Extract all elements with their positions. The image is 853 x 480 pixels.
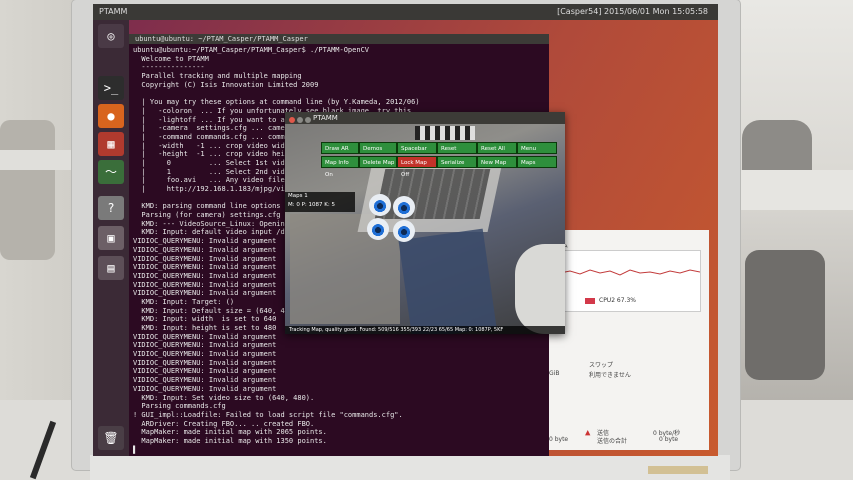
memory-unit: GiB: [549, 370, 560, 377]
ptamm-menu: Draw AR On Demos Spacebar Reset Reset Al…: [321, 142, 565, 178]
terminal-line: VIDIOC_QUERYMENU: Invalid argument: [133, 350, 277, 359]
terminal-line: Parallel tracking and multiple mapping: [133, 72, 302, 81]
cpu-graph-line: [560, 269, 700, 276]
terminal-icon[interactable]: >_: [98, 76, 124, 100]
minimize-icon[interactable]: [297, 117, 303, 123]
terminal-line: VIDIOC_QUERYMENU: Invalid argument: [133, 367, 277, 376]
files-icon[interactable]: ▦: [98, 132, 124, 156]
top-panel: PTAMM [Casper54] 2015/06/01 Mon 15:05:58: [93, 4, 718, 20]
office-desk: [735, 170, 853, 210]
map-info-label: Maps 1: [288, 193, 308, 199]
menu-button[interactable]: Menu: [517, 142, 557, 154]
cpu2-legend-swatch: [585, 298, 595, 304]
office-desk: [0, 150, 75, 170]
reset-button[interactable]: Reset: [437, 142, 477, 154]
office-icon[interactable]: ▤: [98, 256, 124, 280]
system-monitor-icon[interactable]: 〜: [98, 160, 124, 184]
terminal-line: Parsing commands.cfg: [133, 402, 226, 411]
laptop-base: [90, 455, 730, 480]
serialize-button[interactable]: Serialize: [437, 156, 477, 168]
terminal-titlebar[interactable]: ubuntu@ubuntu: ~/PTAM_Casper/PTAMM_Caspe…: [129, 34, 549, 44]
terminal-line: VIDIOC_QUERYMENU: Invalid argument: [133, 376, 277, 385]
terminal-line: ▌: [133, 445, 138, 454]
close-icon[interactable]: [289, 117, 295, 123]
workspace-icon[interactable]: ▣: [98, 226, 124, 250]
laptop-logo: [648, 466, 708, 474]
ptamm-title: PTAMM: [313, 114, 338, 122]
ptamm-titlebar[interactable]: PTAMM: [285, 112, 565, 124]
delete-map-button[interactable]: Delete Map: [359, 156, 397, 168]
map-info-box: Maps 1 M: 0 P: 1087 K: 5: [285, 192, 355, 212]
ptamm-window[interactable]: PTAMM Draw AR On Demos Spacebar Reset Re…: [285, 112, 565, 334]
map-info-button[interactable]: Map Info On: [321, 156, 359, 178]
browser-icon[interactable]: ●: [98, 104, 124, 128]
map-info-stats: M: 0 P: 1087 K: 5: [288, 202, 335, 208]
send-arrow-icon: ▲: [585, 428, 591, 438]
trash-icon[interactable]: 🗑: [98, 426, 124, 450]
terminal-line: ARDriver: Creating FBO... .. created FBO…: [133, 419, 315, 428]
checkerboard-target: [415, 126, 475, 140]
ar-eyeball-icon: [393, 220, 415, 242]
send-total-value: 0 byte: [659, 436, 679, 443]
active-window-title: PTAMM: [99, 7, 128, 16]
lock-map-button[interactable]: Lock Map Off: [397, 156, 437, 178]
help-icon[interactable]: ?: [98, 196, 124, 220]
scene-magazine: [398, 228, 497, 334]
ubuntu-logo-icon[interactable]: ◎: [98, 24, 124, 48]
terminal-line: Welcome to PTAMM: [133, 54, 209, 63]
swap-value: 利用できません: [589, 372, 631, 379]
reset-all-button[interactable]: Reset All: [477, 142, 517, 154]
system-monitor-window[interactable]: ム CPU2 67.3% スワップ 利用できません GiB 0 byte ▲ 送…: [549, 230, 709, 450]
receive-total-value: 0 byte: [549, 436, 569, 443]
terminal-line: KMD: Input: Set video size to (640, 480)…: [133, 393, 315, 402]
terminal-line: MapMaker: made initial map with 2065 poi…: [133, 428, 327, 437]
terminal-line: VIDIOC_QUERYMENU: Invalid argument: [133, 358, 277, 367]
scene-keyboard: [374, 169, 491, 219]
terminal-line: ! GUI_impl::Loadfile: Failed to load scr…: [133, 410, 403, 419]
system-tray[interactable]: [Casper54] 2015/06/01 Mon 15:05:58: [557, 7, 708, 16]
terminal-line: Copyright (C) Isis Innovation Limited 20…: [133, 80, 319, 89]
office-chair: [745, 250, 825, 380]
send-total-label: 送信の合計: [597, 438, 628, 445]
camera-view[interactable]: Draw AR On Demos Spacebar Reset Reset Al…: [285, 124, 565, 334]
spacebar-button[interactable]: Spacebar: [397, 142, 437, 154]
terminal-line: | You may try these options at command l…: [133, 98, 420, 107]
terminal-line: VIDIOC_QUERYMENU: Invalid argument: [133, 341, 277, 350]
maps-button[interactable]: Maps: [517, 156, 557, 168]
demos-button[interactable]: Demos: [359, 142, 397, 154]
launcher: ◎ >_ ● ▦ 〜 ? ▣ ▤ 🗑: [93, 20, 129, 456]
terminal-line: ---------------: [133, 63, 205, 72]
tracking-status: Tracking Map, quality good. Found: 509/5…: [285, 326, 565, 334]
maximize-icon[interactable]: [305, 117, 311, 123]
new-map-button[interactable]: New Map: [477, 156, 517, 168]
draw-ar-button[interactable]: Draw AR On: [321, 142, 359, 164]
office-chair: [0, 120, 55, 260]
ar-eyeball-icon: [369, 194, 391, 216]
ar-eyeball-icon: [367, 218, 389, 240]
laptop-screen: PTAMM [Casper54] 2015/06/01 Mon 15:05:58…: [93, 4, 718, 456]
ar-eyeball-icon: [393, 196, 415, 218]
swap-label: スワップ: [589, 362, 614, 369]
terminal-line: MapMaker: made initial map with 1350 poi…: [133, 436, 327, 445]
cpu2-legend-label: CPU2 67.3%: [599, 297, 636, 304]
scene-paper: [515, 244, 565, 334]
terminal-line: VIDIOC_QUERYMENU: Invalid argument: [133, 384, 277, 393]
terminal-line: ubuntu@ubuntu:~/PTAM_Casper/PTAMM_Casper…: [133, 46, 370, 54]
